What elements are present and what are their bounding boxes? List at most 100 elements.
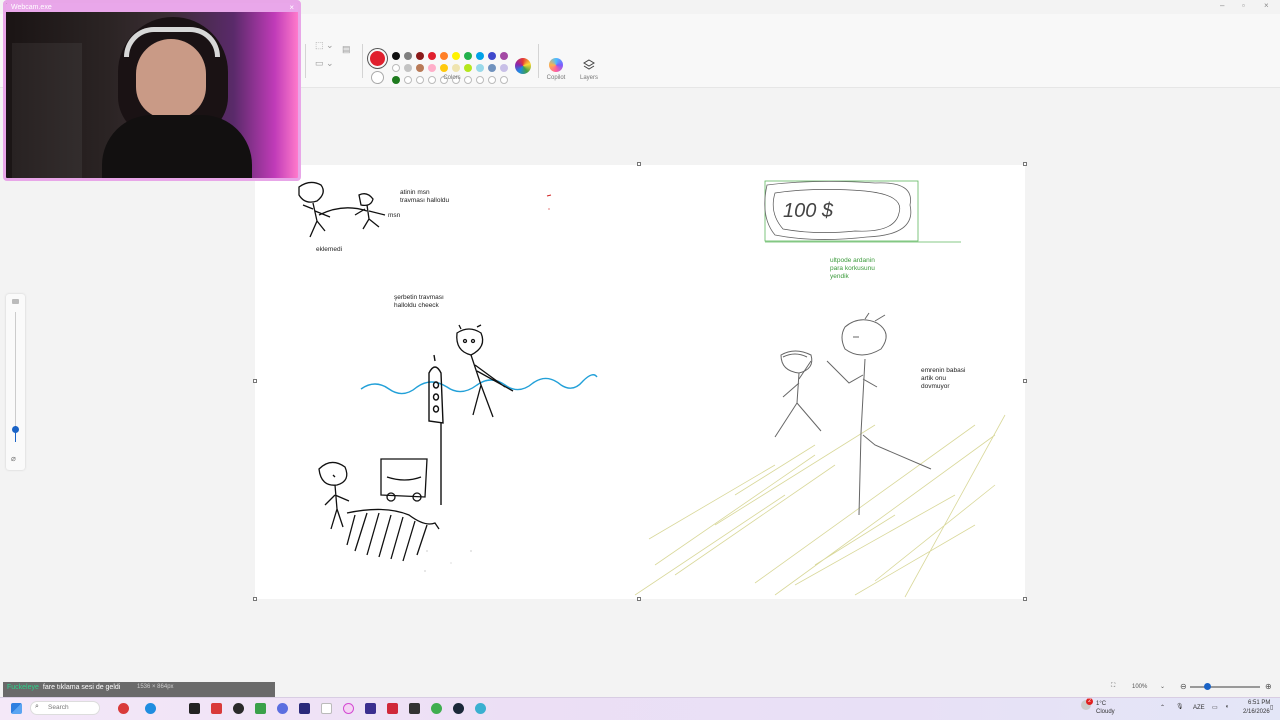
app-icon-5[interactable] bbox=[255, 703, 266, 714]
close-icon[interactable]: × bbox=[1264, 1, 1269, 10]
resize-handle[interactable] bbox=[1023, 379, 1027, 383]
app-icon-11[interactable] bbox=[431, 703, 442, 714]
color-swatch[interactable] bbox=[404, 64, 412, 72]
active-color-swatch[interactable] bbox=[370, 51, 385, 66]
color-swatch[interactable] bbox=[404, 52, 412, 60]
zoom-out-icon[interactable]: ⊖ bbox=[1180, 682, 1187, 691]
language-indicator[interactable]: AZE bbox=[1193, 705, 1205, 711]
zoom-dropdown-icon[interactable]: ⌄ bbox=[1160, 683, 1165, 690]
secondary-color-swatch[interactable] bbox=[371, 71, 384, 84]
network-icon[interactable]: ▭ bbox=[1212, 704, 1218, 711]
obs-icon[interactable] bbox=[343, 703, 354, 714]
edge-icon[interactable] bbox=[145, 703, 156, 714]
custom-color-slot[interactable] bbox=[428, 76, 436, 84]
caption-msn: msn bbox=[388, 212, 401, 219]
color-swatch[interactable] bbox=[488, 52, 496, 60]
app-icon-4[interactable] bbox=[233, 703, 244, 714]
microphone-icon[interactable]: 🎙 bbox=[1176, 703, 1184, 710]
layers-icon[interactable] bbox=[582, 58, 596, 72]
resize-handle[interactable] bbox=[1023, 162, 1027, 166]
start-icon[interactable] bbox=[11, 703, 22, 714]
maximize-icon[interactable]: ▫ bbox=[1242, 1, 1245, 10]
resize-handle[interactable] bbox=[253, 379, 257, 383]
app-icon-9[interactable] bbox=[387, 703, 398, 714]
canvas-drawing: 100 $ bbox=[298, 180, 1006, 598]
minimize-icon[interactable]: – bbox=[1220, 1, 1224, 10]
resize-handle[interactable] bbox=[1023, 597, 1027, 601]
drawing-tower bbox=[428, 354, 444, 505]
canvas-dimensions: 1536 × 864px bbox=[137, 684, 174, 690]
color-swatch[interactable] bbox=[500, 64, 508, 72]
app-icon-7[interactable] bbox=[299, 703, 310, 714]
fit-screen-icon[interactable]: ⛶ bbox=[1111, 683, 1115, 690]
text-size-icon[interactable]: ▤ bbox=[342, 44, 351, 55]
color-swatch[interactable] bbox=[500, 52, 508, 60]
shapes-fill-icon[interactable]: ⬚ ⌄ bbox=[315, 40, 334, 51]
weather-temp: 1°C bbox=[1096, 701, 1107, 707]
resize-handle[interactable] bbox=[253, 597, 257, 601]
brush-size-icon bbox=[12, 299, 19, 304]
slider-knob[interactable] bbox=[12, 426, 19, 433]
outline-icon[interactable]: ▭ ⌄ bbox=[315, 58, 334, 69]
app-icon-10[interactable] bbox=[409, 703, 420, 714]
file-icon[interactable] bbox=[321, 703, 332, 714]
color-swatch[interactable] bbox=[416, 52, 424, 60]
zoom-slider-panel: ⌀ bbox=[6, 294, 25, 470]
edit-colors-icon[interactable] bbox=[515, 58, 531, 74]
eraser-icon[interactable]: ⌀ bbox=[11, 454, 16, 463]
volume-icon[interactable]: ◖ bbox=[1225, 704, 1229, 710]
zoom-slider-knob[interactable] bbox=[1204, 683, 1211, 690]
color-swatch[interactable] bbox=[392, 52, 400, 60]
color-swatch[interactable] bbox=[452, 52, 460, 60]
drawing-emre bbox=[774, 312, 932, 516]
zoom-slider[interactable] bbox=[1190, 686, 1260, 688]
notification-icon[interactable]: ▯ bbox=[1270, 704, 1273, 711]
color-swatch[interactable] bbox=[488, 64, 496, 72]
color-swatch[interactable] bbox=[464, 52, 472, 60]
app-icon-1[interactable] bbox=[118, 703, 129, 714]
drawing-swimmer bbox=[456, 324, 514, 418]
color-swatch[interactable] bbox=[392, 76, 400, 84]
custom-color-slot[interactable] bbox=[488, 76, 496, 84]
color-swatch[interactable] bbox=[428, 64, 436, 72]
ribbon-divider bbox=[305, 44, 306, 78]
color-swatch[interactable] bbox=[416, 64, 424, 72]
clock-date[interactable]: 2/16/2026 bbox=[1243, 709, 1270, 715]
app-icon-8[interactable] bbox=[365, 703, 376, 714]
bill-amount: 100 $ bbox=[783, 200, 834, 222]
app-icon-6[interactable] bbox=[277, 703, 288, 714]
color-swatch[interactable] bbox=[392, 64, 400, 72]
zoom-in-icon[interactable]: ⊕ bbox=[1265, 682, 1272, 691]
weather-desc: Cloudy bbox=[1096, 709, 1115, 715]
custom-color-slot[interactable] bbox=[476, 76, 484, 84]
webcam-title: Webcam.exe bbox=[11, 4, 52, 11]
color-swatch[interactable] bbox=[464, 64, 472, 72]
resize-handle[interactable] bbox=[637, 162, 641, 166]
resize-handle[interactable] bbox=[637, 597, 641, 601]
zoom-level[interactable]: 100% bbox=[1132, 684, 1147, 690]
chat-username: Fuckeleye bbox=[7, 684, 39, 691]
color-swatch[interactable] bbox=[428, 52, 436, 60]
custom-color-slot[interactable] bbox=[416, 76, 424, 84]
clock-time[interactable]: 6:51 PM bbox=[1248, 700, 1270, 706]
drawing-canvas[interactable]: 100 $ atinin msn travması halloldu msn e… bbox=[255, 165, 1025, 599]
color-swatch[interactable] bbox=[440, 64, 448, 72]
app-icon-3[interactable] bbox=[211, 703, 222, 714]
webcam-close-icon[interactable]: × bbox=[289, 3, 294, 12]
steam-icon[interactable] bbox=[453, 703, 464, 714]
color-swatch[interactable] bbox=[476, 64, 484, 72]
copilot-icon[interactable] bbox=[549, 58, 563, 72]
search-placeholder: Search bbox=[48, 704, 69, 711]
custom-color-slot[interactable] bbox=[404, 76, 412, 84]
paint-icon[interactable] bbox=[475, 703, 486, 714]
color-swatch[interactable] bbox=[440, 52, 448, 60]
custom-color-slot[interactable] bbox=[500, 76, 508, 84]
weather-badge: 2 bbox=[1086, 698, 1093, 705]
color-swatch[interactable] bbox=[452, 64, 460, 72]
app-icon-2[interactable] bbox=[189, 703, 200, 714]
slider-track[interactable] bbox=[15, 312, 16, 442]
color-swatch[interactable] bbox=[476, 52, 484, 60]
drawing-atinin bbox=[298, 181, 386, 238]
tray-overflow-icon[interactable]: ⌃ bbox=[1160, 704, 1165, 711]
chat-message: Fuckeleye fare tıklama sesi de geldi bbox=[7, 684, 120, 691]
